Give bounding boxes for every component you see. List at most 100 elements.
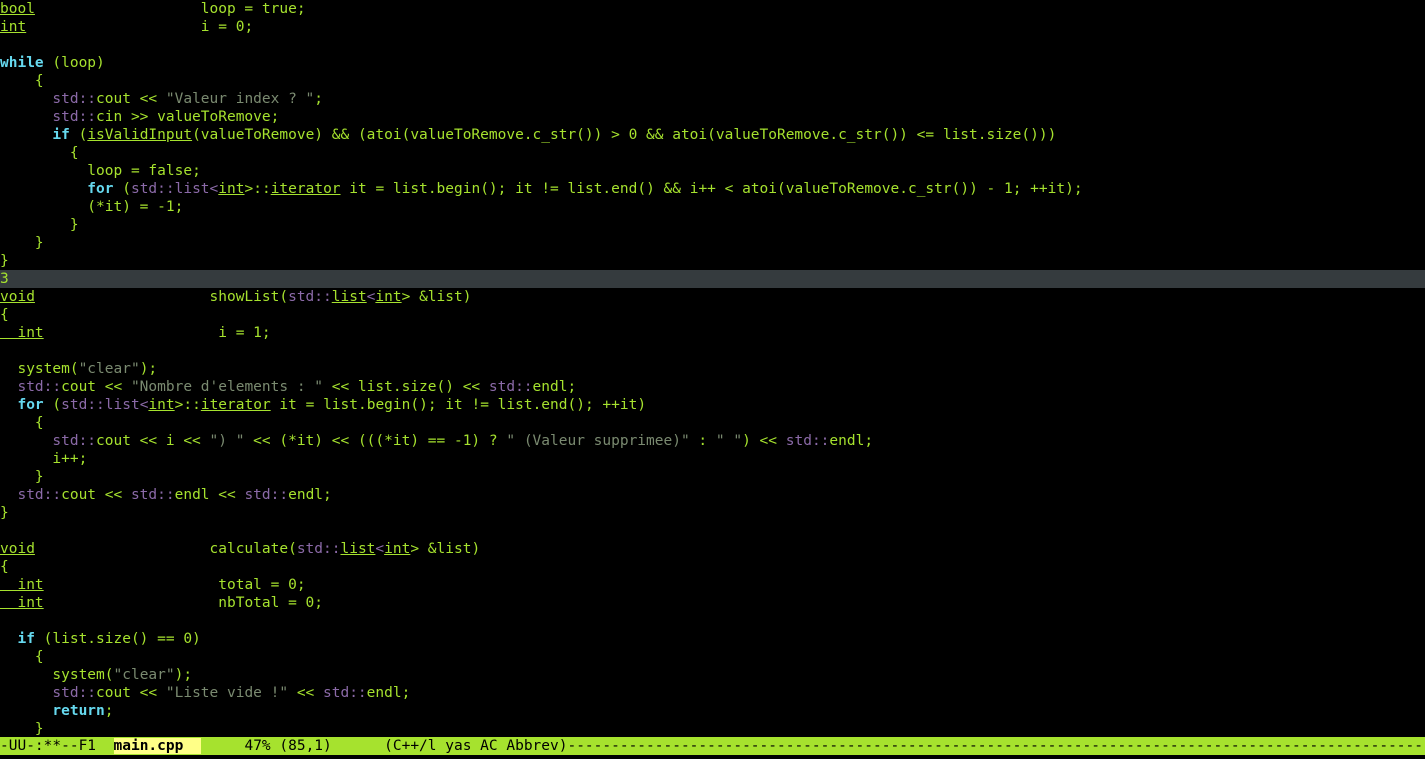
code-token: > &list) bbox=[410, 541, 481, 557]
code-editor[interactable]: bool loop = true; int i = 0; while (loop)… bbox=[0, 0, 1425, 737]
code-token: 3 bbox=[0, 271, 9, 287]
code-token: (loop) bbox=[43, 55, 105, 71]
code-token: endl << bbox=[174, 487, 245, 503]
code-token: loop = bbox=[34, 1, 262, 17]
code-line[interactable]: for (std::list<int>::iterator it = list.… bbox=[0, 180, 1425, 198]
code-line[interactable]: } bbox=[0, 468, 1425, 486]
code-line[interactable]: bool loop = true; bbox=[0, 0, 1425, 18]
code-token: ); bbox=[174, 667, 193, 683]
code-line[interactable]: void calculate(std::list<int> &list) bbox=[0, 540, 1425, 558]
code-token: " " bbox=[715, 433, 743, 449]
code-token: int bbox=[375, 289, 402, 305]
code-token: calculate( bbox=[34, 541, 297, 557]
code-token: } bbox=[0, 721, 44, 737]
code-token: ; bbox=[314, 91, 324, 107]
code-line[interactable]: int i = 1; bbox=[0, 324, 1425, 342]
code-token: << list.size() << bbox=[323, 379, 489, 395]
current-code-line[interactable]: 3 bbox=[0, 270, 1425, 288]
code-line[interactable]: while (loop) bbox=[0, 54, 1425, 72]
code-token: int bbox=[218, 181, 245, 197]
code-line[interactable]: { bbox=[0, 414, 1425, 432]
code-token: cout << bbox=[96, 91, 166, 107]
code-token: ) << bbox=[742, 433, 786, 449]
code-line[interactable]: system("clear"); bbox=[0, 360, 1425, 378]
code-line[interactable]: return; bbox=[0, 702, 1425, 720]
code-line[interactable]: } bbox=[0, 720, 1425, 737]
code-line[interactable]: } bbox=[0, 216, 1425, 234]
code-line[interactable]: { bbox=[0, 648, 1425, 666]
code-token: isValidInput bbox=[87, 127, 193, 143]
code-token: > &list) bbox=[401, 289, 472, 305]
buffer-name[interactable]: main.cpp bbox=[113, 738, 201, 754]
code-line[interactable]: loop = false; bbox=[0, 162, 1425, 180]
major-minor-modes[interactable]: (C++/l yas AC Abbrev) bbox=[384, 738, 567, 754]
code-token: : bbox=[689, 433, 716, 449]
code-line[interactable]: std::cout << "Liste vide !" << std::endl… bbox=[0, 684, 1425, 702]
code-line[interactable]: if (list.size() == 0) bbox=[0, 630, 1425, 648]
code-line[interactable]: (*it) = -1; bbox=[0, 198, 1425, 216]
code-line[interactable]: if (isValidInput(valueToRemove) && (atoi… bbox=[0, 126, 1425, 144]
code-line[interactable]: void showList(std::list<int> &list) bbox=[0, 288, 1425, 306]
code-line[interactable]: i++; bbox=[0, 450, 1425, 468]
code-token: } bbox=[0, 253, 9, 269]
code-line[interactable]: { bbox=[0, 72, 1425, 90]
code-line[interactable]: } bbox=[0, 252, 1425, 270]
code-token: } bbox=[0, 217, 79, 233]
code-line[interactable]: int total = 0; bbox=[0, 576, 1425, 594]
code-token: system( bbox=[0, 361, 79, 377]
code-token: ; bbox=[296, 1, 306, 17]
code-line[interactable]: system("clear"); bbox=[0, 666, 1425, 684]
code-token: nbTotal = 0; bbox=[43, 595, 324, 611]
code-token: { bbox=[0, 73, 44, 89]
code-token: { bbox=[0, 145, 79, 161]
code-line[interactable]: int i = 0; bbox=[0, 18, 1425, 36]
code-line[interactable] bbox=[0, 342, 1425, 360]
code-token: std:: bbox=[0, 91, 97, 107]
code-token: "clear" bbox=[113, 667, 175, 683]
code-token: list bbox=[331, 289, 367, 305]
code-token: endl; bbox=[288, 487, 332, 503]
code-line[interactable]: } bbox=[0, 234, 1425, 252]
code-line[interactable]: int nbTotal = 0; bbox=[0, 594, 1425, 612]
code-line[interactable]: { bbox=[0, 306, 1425, 324]
code-token: ") " bbox=[209, 433, 245, 449]
code-token: int bbox=[384, 541, 411, 557]
code-token: list bbox=[340, 541, 376, 557]
code-token: } bbox=[0, 505, 9, 521]
code-token: return bbox=[0, 703, 105, 719]
code-token: void bbox=[0, 541, 35, 557]
code-line[interactable]: } bbox=[0, 504, 1425, 522]
code-line[interactable]: std::cout << i << ") " << (*it) << (((*i… bbox=[0, 432, 1425, 450]
code-token: while bbox=[0, 55, 44, 71]
code-token: std::list< bbox=[61, 397, 149, 413]
code-token: std:: bbox=[488, 379, 533, 395]
code-token: std:: bbox=[323, 685, 367, 701]
code-line[interactable]: { bbox=[0, 144, 1425, 162]
code-line[interactable]: std::cout << "Valeur index ? "; bbox=[0, 90, 1425, 108]
code-token: false bbox=[148, 163, 193, 179]
code-token: endl; bbox=[829, 433, 874, 449]
code-line[interactable] bbox=[0, 36, 1425, 54]
code-line[interactable]: std::cout << "Nombre d'elements : " << l… bbox=[0, 378, 1425, 396]
code-line[interactable]: { bbox=[0, 558, 1425, 576]
cursor-position: 47% (85,1) bbox=[200, 738, 385, 754]
code-token: i = 1; bbox=[43, 325, 271, 341]
code-token: showList( bbox=[34, 289, 289, 305]
code-token: } bbox=[0, 469, 44, 485]
modeline-status: -UU-:**--F1 bbox=[0, 738, 114, 754]
code-token: cout << bbox=[61, 379, 131, 395]
code-line[interactable]: std::cin >> valueToRemove; bbox=[0, 108, 1425, 126]
code-line[interactable] bbox=[0, 522, 1425, 540]
code-token: int bbox=[148, 397, 175, 413]
code-token: < bbox=[375, 541, 385, 557]
code-token: "clear" bbox=[78, 361, 140, 377]
code-token: } bbox=[0, 235, 44, 251]
code-line[interactable] bbox=[0, 612, 1425, 630]
code-token: cout << bbox=[61, 487, 131, 503]
code-token: cout << bbox=[96, 685, 166, 701]
code-line[interactable]: for (std::list<int>::iterator it = list.… bbox=[0, 396, 1425, 414]
code-token: std::list< bbox=[130, 181, 219, 197]
code-token: { bbox=[0, 559, 9, 575]
code-line[interactable]: std::cout << std::endl << std::endl; bbox=[0, 486, 1425, 504]
code-token: iterator bbox=[270, 181, 341, 197]
